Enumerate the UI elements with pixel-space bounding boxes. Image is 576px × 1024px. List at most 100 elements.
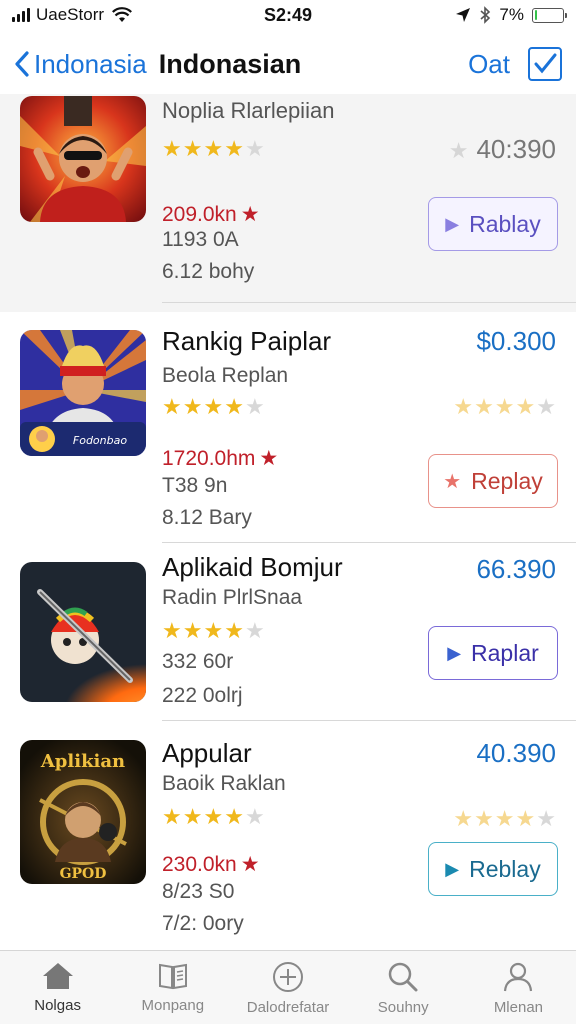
star-icon: ★ <box>182 618 203 643</box>
carrier-name: UaeStorr <box>36 5 105 24</box>
star-icon: ★ <box>162 394 182 419</box>
app-subtitle: Beola Replan <box>162 364 289 387</box>
app-subtitle: Radin PlrlSnaa <box>162 586 303 609</box>
row-divider <box>162 720 576 721</box>
app-subtitle: Baoik Raklan <box>162 772 286 795</box>
page-title: Indonasian <box>158 48 302 79</box>
star-icon: ★ <box>224 618 244 643</box>
star-icon: ★ <box>244 394 265 419</box>
list-item[interactable]: Aplikian GPOD Appular Baoik Raklan ★ ★ ★ ★ ★… <box>0 730 576 950</box>
star-icon: ★ <box>443 470 462 493</box>
battery-icon <box>532 7 567 23</box>
back-button[interactable]: Indonasia <box>14 49 147 80</box>
app-thumbnail: Aplikian GPOD <box>20 740 146 884</box>
back-label: Indonasia <box>34 48 147 79</box>
app-date: 222 0olrj <box>162 684 243 707</box>
star-icon: ★ <box>162 618 182 643</box>
wifi-icon <box>112 7 133 22</box>
status-bar: UaeStorr S2:49 7% <box>0 0 576 30</box>
download-count: 230.0kn ★ <box>162 853 260 876</box>
app-price: 40.390 <box>476 738 556 768</box>
tab-label: Souhny <box>377 999 429 1016</box>
tab-profile[interactable]: Mlenan <box>461 951 576 1024</box>
nav-action-button[interactable]: Oat <box>468 49 510 80</box>
tab-bar: Nolgas Monpang Dalodrefatar Souhny Mlena… <box>0 950 576 1024</box>
star-icon: ★ <box>240 853 260 876</box>
app-thumbnail <box>20 562 146 702</box>
chevron-left-icon <box>15 51 29 77</box>
app-title: Appular <box>162 738 252 768</box>
book-icon <box>158 963 187 990</box>
tab-home[interactable]: Nolgas <box>0 951 115 1024</box>
star-icon: ★ <box>203 618 224 643</box>
app-date: 7/2: 0ory <box>162 912 244 935</box>
rating-stars: ★ ★ ★ ★ ★ <box>162 396 265 418</box>
tab-label: Nolgas <box>34 997 81 1014</box>
app-list: Noplia Rlarlepiian ★ ★ ★ ★ ★ ★ 40:390 209.0kn… <box>0 94 576 950</box>
app-title: Aplikaid Bomjur <box>162 552 343 582</box>
star-icon: ★ <box>474 806 494 831</box>
star-icon: ★ <box>203 804 224 829</box>
app-size: 332 60r <box>162 650 234 673</box>
row-divider <box>162 302 576 303</box>
replay-button[interactable]: ▶ Rablay <box>428 197 558 251</box>
replay-button[interactable]: ★ Replay <box>428 454 558 508</box>
play-icon: ▶ <box>447 642 462 663</box>
app-size: 8/23 S0 <box>162 880 235 903</box>
battery-percent: 7% <box>499 5 524 24</box>
star-icon: ★ <box>536 806 556 831</box>
star-icon: ★ <box>494 806 515 831</box>
star-icon: ★ <box>536 394 556 419</box>
star-icon: ★ <box>244 804 265 829</box>
star-icon: ★ <box>515 806 536 831</box>
star-icon: ★ <box>453 394 474 419</box>
star-icon: ★ <box>224 394 244 419</box>
app-subtitle: Noplia Rlarlepiian <box>162 98 335 123</box>
tab-library[interactable]: Monpang <box>115 951 230 1024</box>
app-price: ★ 40:390 <box>448 134 556 164</box>
thumbnail-caption: Fodonbao <box>73 434 127 447</box>
app-price: $0.300 <box>476 326 556 356</box>
star-icon: ★ <box>203 136 224 161</box>
star-icon: ★ <box>244 618 265 643</box>
star-icon: ★ <box>224 804 244 829</box>
list-item[interactable]: Noplia Rlarlepiian ★ ★ ★ ★ ★ ★ 40:390 209.0kn… <box>0 94 576 312</box>
search-icon <box>388 962 418 992</box>
app-size: 1193 0A <box>162 228 239 251</box>
replay-button[interactable]: ▶ Raplar <box>428 626 558 680</box>
signal-icon <box>12 8 30 22</box>
star-icon: ★ <box>259 447 279 470</box>
location-arrow-icon <box>456 8 471 22</box>
star-icon: ★ <box>244 136 265 161</box>
list-item[interactable]: Aplikaid Bomjur Radin PlrlSnaa ★ ★ ★ ★ ★ 66.… <box>0 544 576 730</box>
app-price: 66.390 <box>476 554 556 584</box>
thumbnail-caption: GPOD <box>60 866 107 882</box>
plus-circle-icon <box>273 962 303 992</box>
rating-stars: ★ ★ ★ ★ ★ <box>162 138 265 160</box>
star-icon: ★ <box>494 394 515 419</box>
rating-stars: ★ ★ ★ ★ ★ <box>162 806 265 828</box>
tab-search[interactable]: Souhny <box>346 951 461 1024</box>
checkmark-icon <box>534 53 557 74</box>
replay-button[interactable]: ▶ Reblay <box>428 842 558 896</box>
star-icon: ★ <box>515 394 536 419</box>
play-icon: ▶ <box>445 858 460 879</box>
app-date: 6.12 bohy <box>162 260 255 283</box>
navigation-bar: Indonasia Indonasian Oat <box>0 34 576 94</box>
star-icon: ★ <box>182 136 203 161</box>
list-item[interactable]: Fodonbao Rankig Paiplar Beola Replan ★ ★ ★… <box>0 312 576 544</box>
tab-add[interactable]: Dalodrefatar <box>230 951 345 1024</box>
home-icon <box>42 963 73 989</box>
play-icon: ▶ <box>445 213 460 234</box>
app-size: T38 9n <box>162 474 228 497</box>
download-count: 209.0kn ★ <box>162 203 260 226</box>
favorite-star-icon[interactable]: ★ <box>449 138 469 163</box>
person-icon <box>504 962 533 992</box>
select-checkbox[interactable] <box>528 47 562 81</box>
rating-stars-secondary: ★ ★ ★ ★ ★ <box>453 396 556 418</box>
rating-stars-secondary: ★ ★ ★ ★ ★ <box>453 808 556 830</box>
star-icon: ★ <box>453 806 474 831</box>
star-icon: ★ <box>162 136 182 161</box>
row-divider <box>162 542 576 543</box>
tab-label: Dalodrefatar <box>246 999 330 1016</box>
